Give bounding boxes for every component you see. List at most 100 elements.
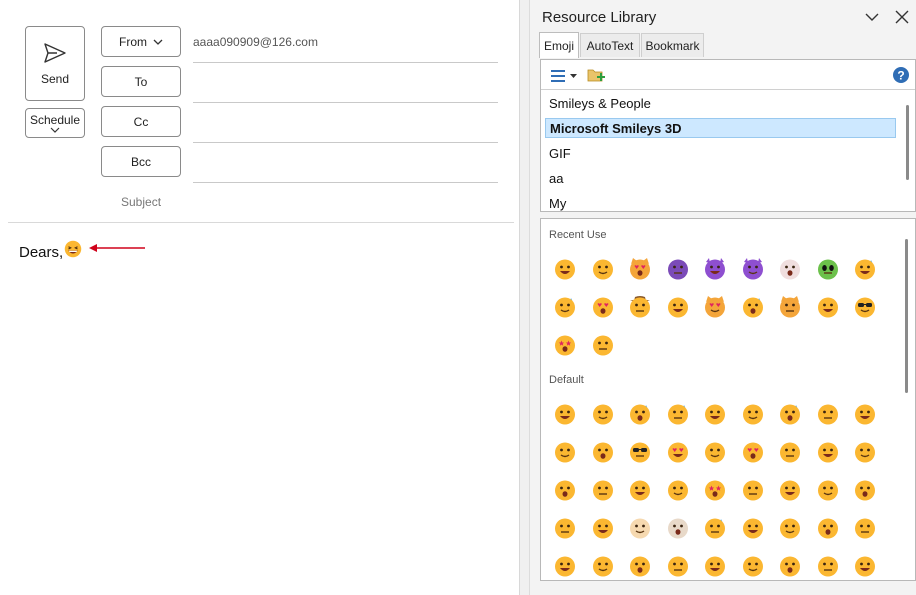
smiling-face-emoji-icon[interactable] <box>553 440 577 464</box>
rolling-laughing-emoji-icon[interactable] <box>553 295 577 319</box>
no-mouth-emoji-icon[interactable] <box>591 516 615 540</box>
sad-relieved-emoji-icon[interactable] <box>816 516 840 540</box>
sunglasses-face-emoji-icon[interactable] <box>853 295 877 319</box>
face-hugging-eyes-emoji-icon[interactable] <box>853 440 877 464</box>
panel-title: Resource Library <box>542 9 657 26</box>
sunglasses-face-emoji-icon[interactable] <box>628 440 652 464</box>
hushed-face-emoji-icon[interactable] <box>853 516 877 540</box>
astonished-face-emoji-icon[interactable] <box>591 554 615 578</box>
sleeping-face-emoji-icon[interactable] <box>741 554 765 578</box>
slightly-smiling-emoji-icon[interactable] <box>628 478 652 502</box>
close-icon[interactable] <box>895 10 909 24</box>
squinting-laughing-emoji-icon[interactable] <box>816 402 840 426</box>
zipper-mouth-emoji-icon[interactable] <box>553 554 577 578</box>
heart-eyes-cat-emoji-icon[interactable] <box>703 295 727 319</box>
grinning-smiling-eyes-emoji-icon[interactable] <box>741 402 765 426</box>
beaming-face-emoji-icon[interactable] <box>591 402 615 426</box>
send-label: Send <box>40 71 70 86</box>
grinning-big-eyes-emoji-icon[interactable] <box>703 402 727 426</box>
rolling-laughing-emoji-icon[interactable] <box>666 402 690 426</box>
woozy-face-emoji-icon[interactable] <box>628 554 652 578</box>
category-item[interactable]: My <box>545 193 896 213</box>
tab-autotext[interactable]: AutoText <box>580 33 640 57</box>
message-body[interactable]: Dears, <box>19 244 63 261</box>
star-struck-emoji-icon[interactable] <box>703 478 727 502</box>
face-with-hand-emoji-icon[interactable] <box>816 478 840 502</box>
kissing-closed-eyes-emoji-icon[interactable] <box>553 478 577 502</box>
smiling-imp-emoji-icon[interactable] <box>703 257 727 281</box>
clown-face-emoji-icon[interactable] <box>778 257 802 281</box>
grinning-face-emoji-icon[interactable] <box>553 402 577 426</box>
screaming-fear-emoji-icon[interactable] <box>816 295 840 319</box>
shaking-face-emoji-icon[interactable] <box>666 516 690 540</box>
saluting-face-emoji-icon[interactable] <box>778 478 802 502</box>
kissing-face-emoji-icon[interactable] <box>778 440 802 464</box>
category-toolbar: ? <box>541 60 915 90</box>
pouting-cat-emoji-icon[interactable] <box>778 295 802 319</box>
schedule-button[interactable]: Schedule <box>25 108 85 138</box>
tab-emoji-label: Emoji <box>543 38 574 53</box>
alien-monster-emoji-icon[interactable] <box>666 257 690 281</box>
help-icon[interactable]: ? <box>893 67 909 83</box>
cc-label: Cc <box>133 114 149 129</box>
category-item-selected[interactable]: Microsoft Smileys 3D <box>545 118 896 138</box>
tab-bookmark-label: Bookmark <box>645 38 700 53</box>
grin-sweat-emoji-icon[interactable] <box>628 402 652 426</box>
rolling-eyes-emoji-icon[interactable] <box>703 516 727 540</box>
face-blowing-kiss-emoji-icon[interactable] <box>703 440 727 464</box>
smiling-hearts-emoji-icon[interactable] <box>591 295 615 319</box>
face-savoring-emoji-icon[interactable] <box>591 440 615 464</box>
persevering-face-emoji-icon[interactable] <box>778 516 802 540</box>
yawning-face-emoji-icon[interactable] <box>703 554 727 578</box>
category-scrollbar[interactable] <box>906 105 909 180</box>
astonished-face-emoji-icon[interactable] <box>591 333 615 357</box>
heart-eyes-emoji-icon[interactable] <box>666 440 690 464</box>
splitter[interactable] <box>520 0 529 595</box>
laughing-sweat-emoji-icon[interactable] <box>853 257 877 281</box>
category-item[interactable]: aa <box>545 168 896 188</box>
smiling-hearts-emoji-icon[interactable] <box>741 440 765 464</box>
tab-emoji[interactable]: Emoji <box>539 32 579 58</box>
list-view-icon[interactable] <box>551 69 577 83</box>
cc-button[interactable]: Cc <box>101 106 181 137</box>
bcc-field[interactable] <box>193 182 498 183</box>
face-blowing-kiss-emoji-icon[interactable] <box>666 295 690 319</box>
winking-tongue-emoji-icon[interactable] <box>853 402 877 426</box>
grin-sweat-emoji-icon[interactable] <box>741 295 765 319</box>
face-holding-back-tears-emoji-icon[interactable] <box>591 257 615 281</box>
alien-emoji-icon[interactable] <box>816 257 840 281</box>
dotted-line-face-emoji-icon[interactable] <box>628 516 652 540</box>
emoji-grid: Recent Use Default <box>540 218 916 581</box>
to-button[interactable]: To <box>101 66 181 97</box>
tab-bookmark[interactable]: Bookmark <box>641 33 704 57</box>
new-folder-icon[interactable] <box>587 67 605 84</box>
category-item[interactable]: GIF <box>545 143 896 163</box>
relieved-face-emoji-icon[interactable] <box>591 478 615 502</box>
cc-field[interactable] <box>193 142 498 143</box>
from-button[interactable]: From <box>101 26 181 57</box>
smirking-face-emoji-icon[interactable] <box>741 516 765 540</box>
send-button[interactable]: Send <box>25 26 85 101</box>
relieved-2-emoji-icon[interactable] <box>778 554 802 578</box>
smiling-cat-heart-eyes-emoji-icon[interactable] <box>628 257 652 281</box>
to-field[interactable] <box>193 102 498 103</box>
thinking-face-emoji-icon[interactable] <box>741 478 765 502</box>
grinning-squint-face-emoji-icon[interactable] <box>553 257 577 281</box>
bcc-button[interactable]: Bcc <box>101 146 181 177</box>
neutral-face-emoji-icon[interactable] <box>853 478 877 502</box>
emoji-scrollbar[interactable] <box>905 239 908 393</box>
hugging-face-emoji-icon[interactable] <box>666 478 690 502</box>
cowboy-face-emoji-icon[interactable] <box>628 295 652 319</box>
star-struck-emoji-icon[interactable] <box>553 333 577 357</box>
chevron-down-icon[interactable] <box>865 10 879 24</box>
category-item[interactable]: Smileys & People <box>545 93 896 113</box>
tired-face-emoji-icon[interactable] <box>666 554 690 578</box>
angry-imp-emoji-icon[interactable] <box>741 257 765 281</box>
expressionless-emoji-icon[interactable] <box>553 516 577 540</box>
tongue-out-emoji-icon[interactable] <box>816 554 840 578</box>
send-icon <box>44 42 66 63</box>
drooling-face-emoji-icon[interactable] <box>853 554 877 578</box>
grin-sweat-2-emoji-icon[interactable] <box>778 402 802 426</box>
kissing-smiling-emoji-icon[interactable] <box>816 440 840 464</box>
red-arrow-indicator <box>89 244 145 252</box>
